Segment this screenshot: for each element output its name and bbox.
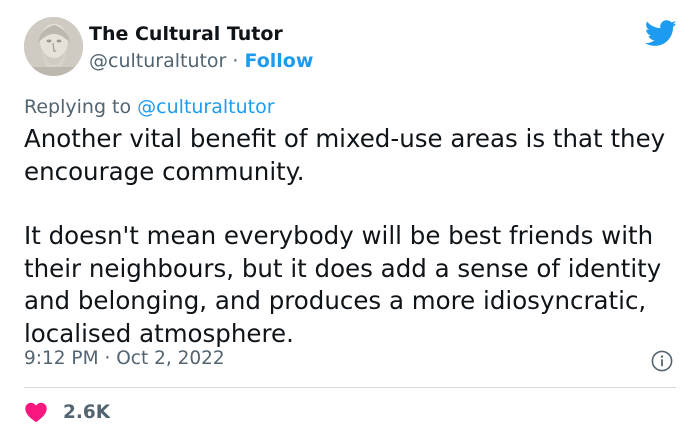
tweet-text: Another vital benefit of mixed-use areas… [24, 123, 684, 350]
separator-dot: · [104, 348, 111, 369]
tweet-paragraph: It doesn't mean everybody will be best f… [24, 221, 662, 348]
like-button[interactable]: 2.6K [24, 398, 110, 426]
tweet-timestamp[interactable]: 9:12 PM · Oct 2, 2022 [24, 348, 225, 369]
tweet-date[interactable]: Oct 2, 2022 [116, 348, 224, 369]
author-handle-line: @culturaltutor · Follow [89, 50, 313, 72]
tweet-time[interactable]: 9:12 PM [24, 348, 99, 369]
twitter-bird-icon[interactable] [645, 20, 677, 47]
author-handle[interactable]: @culturaltutor [89, 50, 226, 72]
separator-dot: · [232, 50, 239, 72]
replying-to-label: Replying to [24, 96, 132, 118]
avatar[interactable] [24, 17, 83, 76]
follow-button[interactable]: Follow [245, 50, 314, 72]
replying-to-handle[interactable]: @culturaltutor [137, 96, 274, 118]
divider [24, 387, 676, 388]
tweet-paragraph: Another vital benefit of mixed-use areas… [24, 124, 666, 186]
replying-to: Replying to @culturaltutor [24, 96, 275, 118]
author-name[interactable]: The Cultural Tutor [89, 23, 283, 45]
like-count[interactable]: 2.6K [63, 402, 110, 423]
heart-icon[interactable] [24, 401, 48, 423]
avatar-bust-image [24, 17, 83, 76]
info-icon[interactable] [651, 350, 673, 372]
